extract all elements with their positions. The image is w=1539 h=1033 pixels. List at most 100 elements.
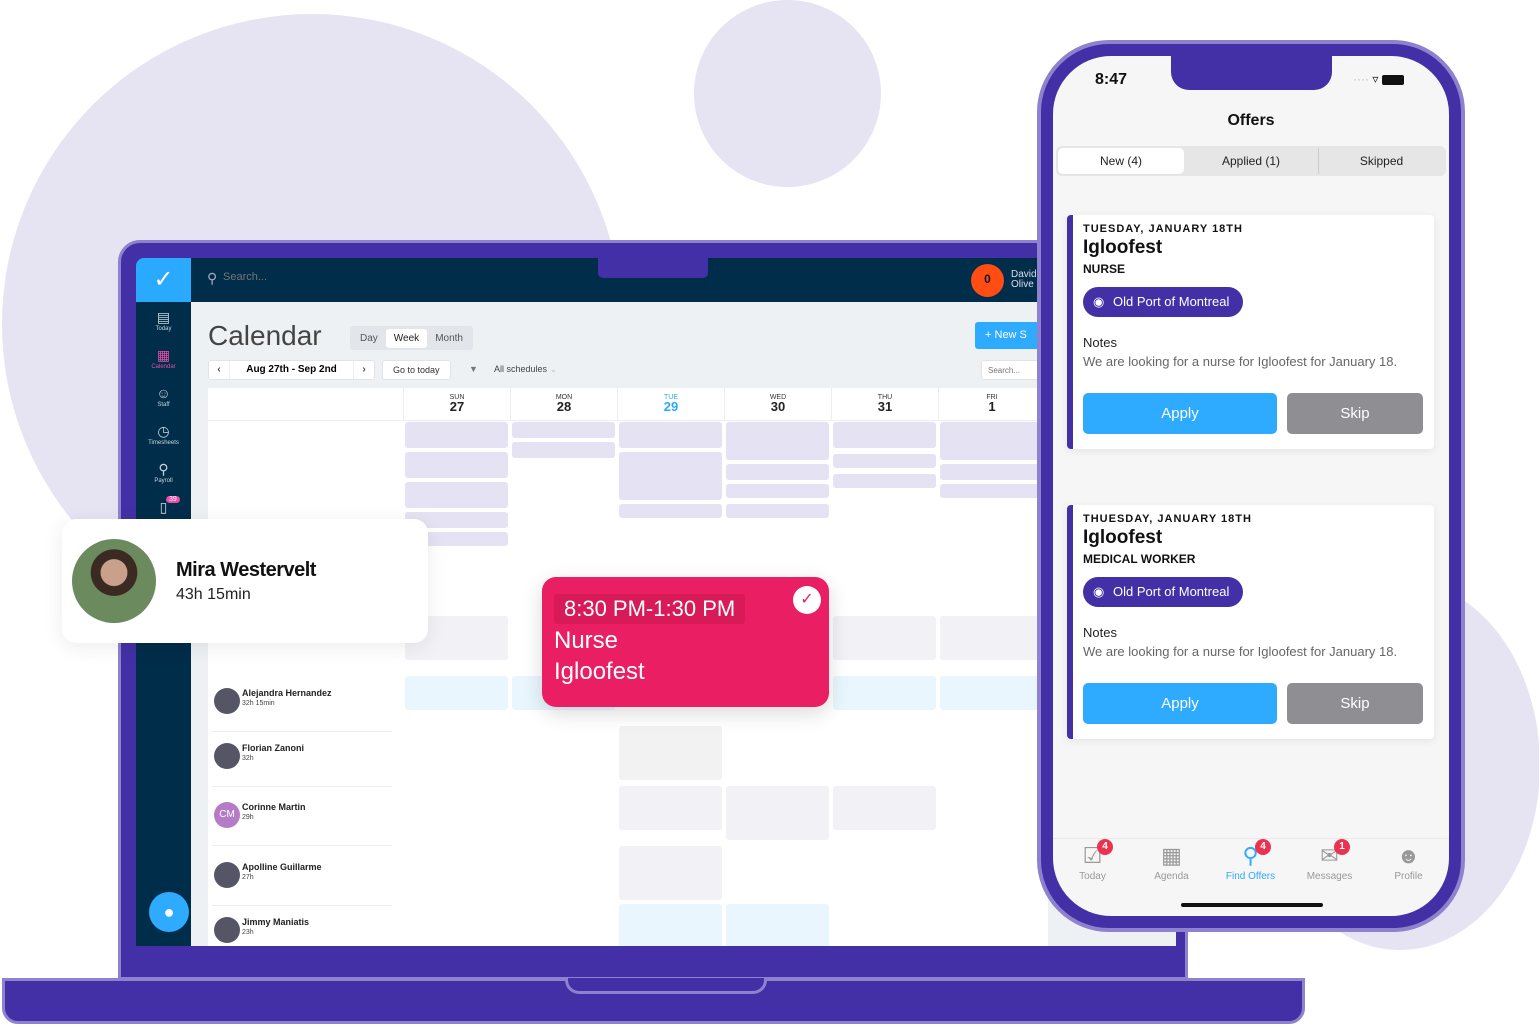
avatar bbox=[214, 743, 240, 769]
staff-row[interactable]: Apolline Guillarme 27h bbox=[212, 850, 392, 906]
search-input[interactable] bbox=[223, 271, 423, 283]
view-month[interactable]: Month bbox=[427, 329, 471, 348]
apply-button[interactable]: Apply bbox=[1083, 393, 1277, 434]
shift-block[interactable] bbox=[512, 422, 615, 438]
next-week-button[interactable]: › bbox=[354, 361, 374, 379]
staff-row[interactable]: Alejandra Hernandez 32h 15min bbox=[212, 676, 392, 732]
tab-skipped[interactable]: Skipped bbox=[1318, 148, 1444, 174]
sidebar-item-label: Today bbox=[155, 326, 172, 332]
location-chip[interactable]: ◉ Old Port of Montreal bbox=[1083, 577, 1244, 607]
shift-block[interactable] bbox=[833, 422, 936, 448]
sidebar-item-label: Payroll bbox=[154, 478, 173, 484]
tab-messages[interactable]: ✉ 1 Messages bbox=[1290, 839, 1369, 882]
prev-week-button[interactable]: ‹ bbox=[209, 361, 229, 379]
tab-new[interactable]: New (4) bbox=[1058, 148, 1184, 174]
laptop-base-notch bbox=[565, 978, 767, 994]
shift-block[interactable] bbox=[619, 786, 722, 830]
sidebar-item-staff[interactable]: ☺ Staff bbox=[136, 384, 191, 408]
offer-title: Igloofest bbox=[1083, 527, 1163, 548]
sidebar-item-documents[interactable]: ▯ 39 bbox=[136, 496, 191, 516]
tab-applied[interactable]: Applied (1) bbox=[1186, 148, 1316, 174]
tab-agenda[interactable]: ▦ Agenda bbox=[1132, 841, 1211, 882]
shift-block[interactable] bbox=[940, 484, 1043, 498]
new-shift-label: New S bbox=[994, 329, 1027, 341]
shift-block[interactable] bbox=[512, 442, 615, 458]
phone-notch bbox=[1171, 56, 1332, 90]
day-header[interactable]: THU 31 bbox=[831, 388, 938, 420]
sidebar-item-calendar[interactable]: ▦ Calendar bbox=[136, 346, 191, 370]
phone-screen: 8:47 ···· ▿ Offers New (4) Applied (1) S… bbox=[1053, 56, 1449, 916]
day-number: 28 bbox=[556, 399, 572, 414]
tab-today[interactable]: ☑ 4 Today bbox=[1053, 839, 1132, 882]
location-label: Old Port of Montreal bbox=[1113, 584, 1230, 599]
shift-block[interactable] bbox=[619, 422, 722, 448]
tab-badge: 4 bbox=[1097, 839, 1113, 855]
schedule-filter[interactable]: All schedules ⌄ bbox=[494, 364, 557, 375]
view-week[interactable]: Week bbox=[385, 329, 428, 348]
signal-icon: ···· bbox=[1353, 72, 1369, 86]
shift-block[interactable] bbox=[833, 786, 936, 830]
offer-card[interactable]: TUESDAY, JANUARY 18TH Igloofest NURSE Notes… bbox=[1067, 215, 1434, 449]
go-today-button[interactable]: Go to today bbox=[382, 360, 451, 380]
chevron-down-icon: ⌄ bbox=[549, 364, 558, 374]
shift-block[interactable] bbox=[940, 464, 1043, 480]
view-day[interactable]: Day bbox=[352, 329, 386, 348]
shift-block[interactable] bbox=[405, 482, 508, 508]
skip-button[interactable]: Skip bbox=[1287, 393, 1423, 434]
day-header[interactable]: SUN 27 bbox=[403, 388, 510, 420]
shift-popup[interactable]: 8:30 PM-1:30 PM ✓ Nurse Igloofest bbox=[542, 577, 829, 707]
shift-block[interactable] bbox=[619, 846, 722, 900]
shift-block[interactable] bbox=[405, 676, 508, 710]
calendar-icon: ▦ bbox=[156, 347, 171, 363]
shift-block[interactable] bbox=[619, 726, 722, 780]
shift-block[interactable] bbox=[833, 676, 936, 710]
chat-button[interactable]: ● bbox=[149, 892, 189, 932]
staff-row[interactable]: CM Corinne Martin 29h bbox=[212, 790, 392, 846]
profile-card: Mira Westervelt 43h 15min bbox=[62, 519, 428, 643]
tab-profile[interactable]: ☻ Profile bbox=[1369, 841, 1448, 882]
day-header[interactable]: WED 30 bbox=[724, 388, 831, 420]
apply-button[interactable]: Apply bbox=[1083, 683, 1277, 724]
grid-header-divider bbox=[208, 420, 1048, 421]
shift-block[interactable] bbox=[833, 474, 936, 488]
shift-block[interactable] bbox=[726, 504, 829, 518]
shift-block[interactable] bbox=[940, 422, 1043, 460]
staff-row[interactable]: Jimmy Maniatis 23h bbox=[212, 905, 392, 946]
shift-block[interactable] bbox=[726, 422, 829, 460]
user-name[interactable]: David Olive bbox=[1011, 270, 1037, 290]
notification-badge: 39 bbox=[166, 496, 180, 503]
day-header[interactable]: FRI 1 bbox=[938, 388, 1045, 420]
laptop-hinge bbox=[118, 955, 1188, 980]
shift-block[interactable] bbox=[405, 452, 508, 478]
shift-block[interactable] bbox=[405, 422, 508, 448]
shift-block[interactable] bbox=[833, 616, 936, 660]
shift-block[interactable] bbox=[619, 904, 722, 946]
shift-block[interactable] bbox=[726, 904, 829, 946]
location-chip[interactable]: ◉ Old Port of Montreal bbox=[1083, 287, 1244, 317]
staff-row[interactable]: Florian Zanoni 32h bbox=[212, 731, 392, 787]
sidebar-item-payroll[interactable]: ⚲ Payroll bbox=[136, 460, 191, 484]
day-header[interactable]: TUE 29 bbox=[617, 388, 724, 420]
calendar-search-input[interactable] bbox=[981, 360, 1041, 380]
offer-card[interactable]: THUESDAY, JANUARY 18TH Igloofest MEDICAL W… bbox=[1067, 505, 1434, 739]
shift-block[interactable] bbox=[940, 616, 1043, 660]
offer-notes: We are looking for a nurse for Igloofest… bbox=[1083, 644, 1398, 659]
shift-block[interactable] bbox=[833, 454, 936, 468]
tab-find-offers[interactable]: ⚲ 4 Find Offers bbox=[1211, 839, 1290, 882]
day-header[interactable]: MON 28 bbox=[510, 388, 617, 420]
shift-block[interactable] bbox=[726, 786, 829, 840]
staff-hours: 32h 15min bbox=[242, 700, 275, 707]
sidebar-item-timesheets[interactable]: ◷ Timesheets bbox=[136, 422, 191, 446]
shift-block[interactable] bbox=[940, 676, 1043, 710]
shift-block[interactable] bbox=[619, 452, 722, 500]
skip-button[interactable]: Skip bbox=[1287, 683, 1423, 724]
app-logo[interactable]: ✓ bbox=[136, 258, 191, 302]
company-avatar[interactable]: 0 bbox=[971, 264, 1004, 297]
sidebar-item-today[interactable]: ▤ Today bbox=[136, 308, 191, 332]
staff-hours: 32h bbox=[242, 755, 254, 762]
shift-block[interactable] bbox=[726, 464, 829, 480]
shift-block[interactable] bbox=[619, 504, 722, 518]
new-shift-button[interactable]: + New S bbox=[975, 322, 1045, 349]
plus-icon: + bbox=[985, 329, 992, 341]
shift-block[interactable] bbox=[726, 484, 829, 498]
